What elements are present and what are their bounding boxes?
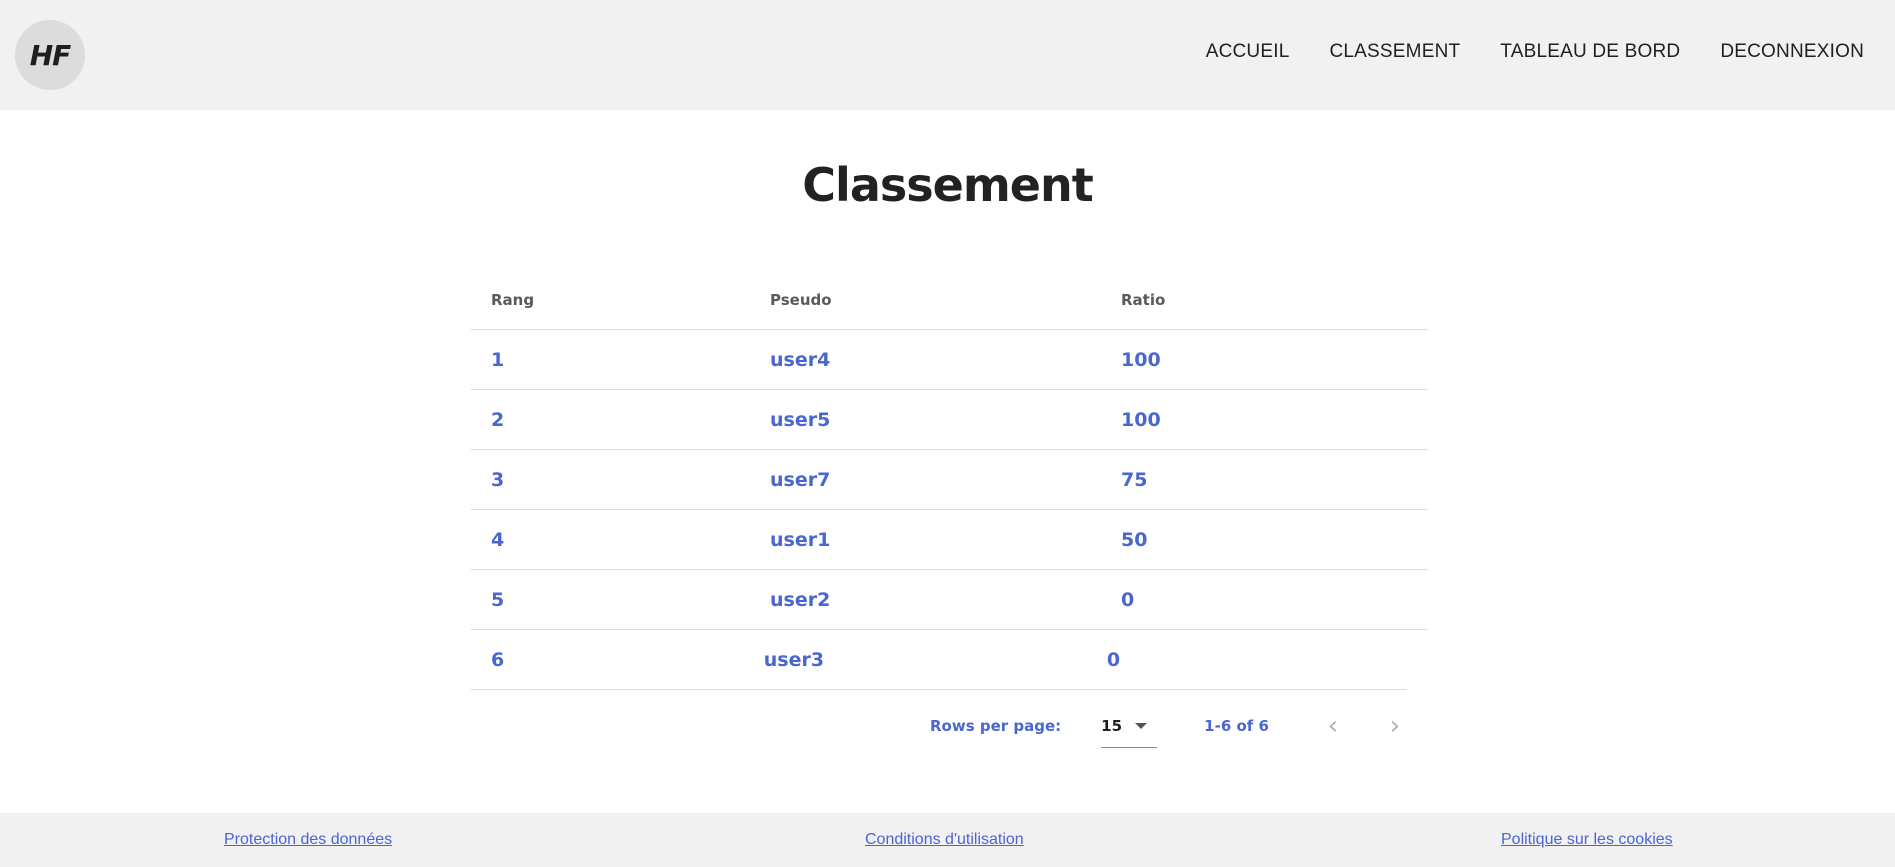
page-title: Classement	[802, 158, 1093, 212]
nav-link-deconnexion[interactable]: DECONNEXION	[1720, 41, 1864, 63]
ratio-cell: 0	[1121, 588, 1135, 611]
caret-down-icon	[1135, 722, 1148, 729]
rows-per-page-select[interactable]: 15	[1101, 705, 1158, 748]
chevron-left-icon: ‹	[1327, 711, 1339, 741]
ratio-cell: 100	[1121, 348, 1161, 371]
pseudo-cell: user1	[770, 528, 831, 551]
footer-link-protection-donnees[interactable]: Protection des données	[224, 831, 392, 849]
table-row: 3 user7 75	[471, 450, 1428, 510]
main-nav: ACCUEIL CLASSEMENT TABLEAU DE BORD DECON…	[1206, 41, 1864, 63]
logo[interactable]: HF	[15, 20, 85, 90]
rank-cell: 6	[491, 648, 505, 671]
footer-link-cookies[interactable]: Politique sur les cookies	[1501, 831, 1673, 849]
pseudo-cell: user7	[770, 468, 831, 491]
table-pagination: Rows per page: 15 1-6 of 6 ‹ ›	[930, 705, 1407, 748]
table-row: 1 user4 100	[471, 330, 1428, 390]
pseudo-cell: user4	[770, 348, 831, 371]
pseudo-cell: user2	[770, 588, 831, 611]
top-header: HF ACCUEIL CLASSEMENT TABLEAU DE BORD DE…	[0, 0, 1895, 110]
pseudo-cell: user3	[763, 648, 825, 671]
previous-page-button[interactable]: ‹	[1321, 711, 1345, 741]
nav-link-accueil[interactable]: ACCUEIL	[1206, 41, 1290, 63]
nav-link-classement[interactable]: CLASSEMENT	[1329, 41, 1460, 63]
rows-per-page-label: Rows per page:	[930, 717, 1062, 735]
column-header-pseudo[interactable]: Pseudo	[770, 291, 1121, 309]
pagination-range: 1-6 of 6	[1204, 717, 1269, 735]
pseudo-cell: user5	[770, 408, 831, 431]
rank-cell: 5	[491, 588, 505, 611]
chevron-right-icon: ›	[1389, 711, 1401, 741]
rank-cell: 1	[491, 348, 505, 371]
table-row: 6 user3 0	[471, 630, 1407, 690]
table-row: 2 user5 100	[471, 390, 1428, 450]
table-row: 4 user1 50	[471, 510, 1428, 570]
ranking-table: Rang Pseudo Ratio 1 user4 100 2 user5 10…	[471, 270, 1428, 690]
ratio-cell: 50	[1121, 528, 1148, 551]
footer-link-conditions[interactable]: Conditions d'utilisation	[865, 831, 1024, 849]
rank-cell: 4	[491, 528, 505, 551]
rank-cell: 2	[491, 408, 505, 431]
ratio-cell: 0	[1106, 648, 1121, 671]
table-row: 5 user2 0	[471, 570, 1428, 630]
column-header-ratio[interactable]: Ratio	[1121, 291, 1428, 309]
next-page-button[interactable]: ›	[1383, 711, 1407, 741]
table-header-row: Rang Pseudo Ratio	[471, 270, 1428, 330]
nav-link-tableau-de-bord[interactable]: TABLEAU DE BORD	[1500, 41, 1680, 63]
rank-cell: 3	[491, 468, 505, 491]
column-header-rang[interactable]: Rang	[471, 291, 770, 309]
page-footer: Protection des données Conditions d'util…	[0, 813, 1895, 867]
ratio-cell: 100	[1121, 408, 1161, 431]
rows-per-page-value: 15	[1101, 716, 1123, 735]
ratio-cell: 75	[1121, 468, 1148, 491]
